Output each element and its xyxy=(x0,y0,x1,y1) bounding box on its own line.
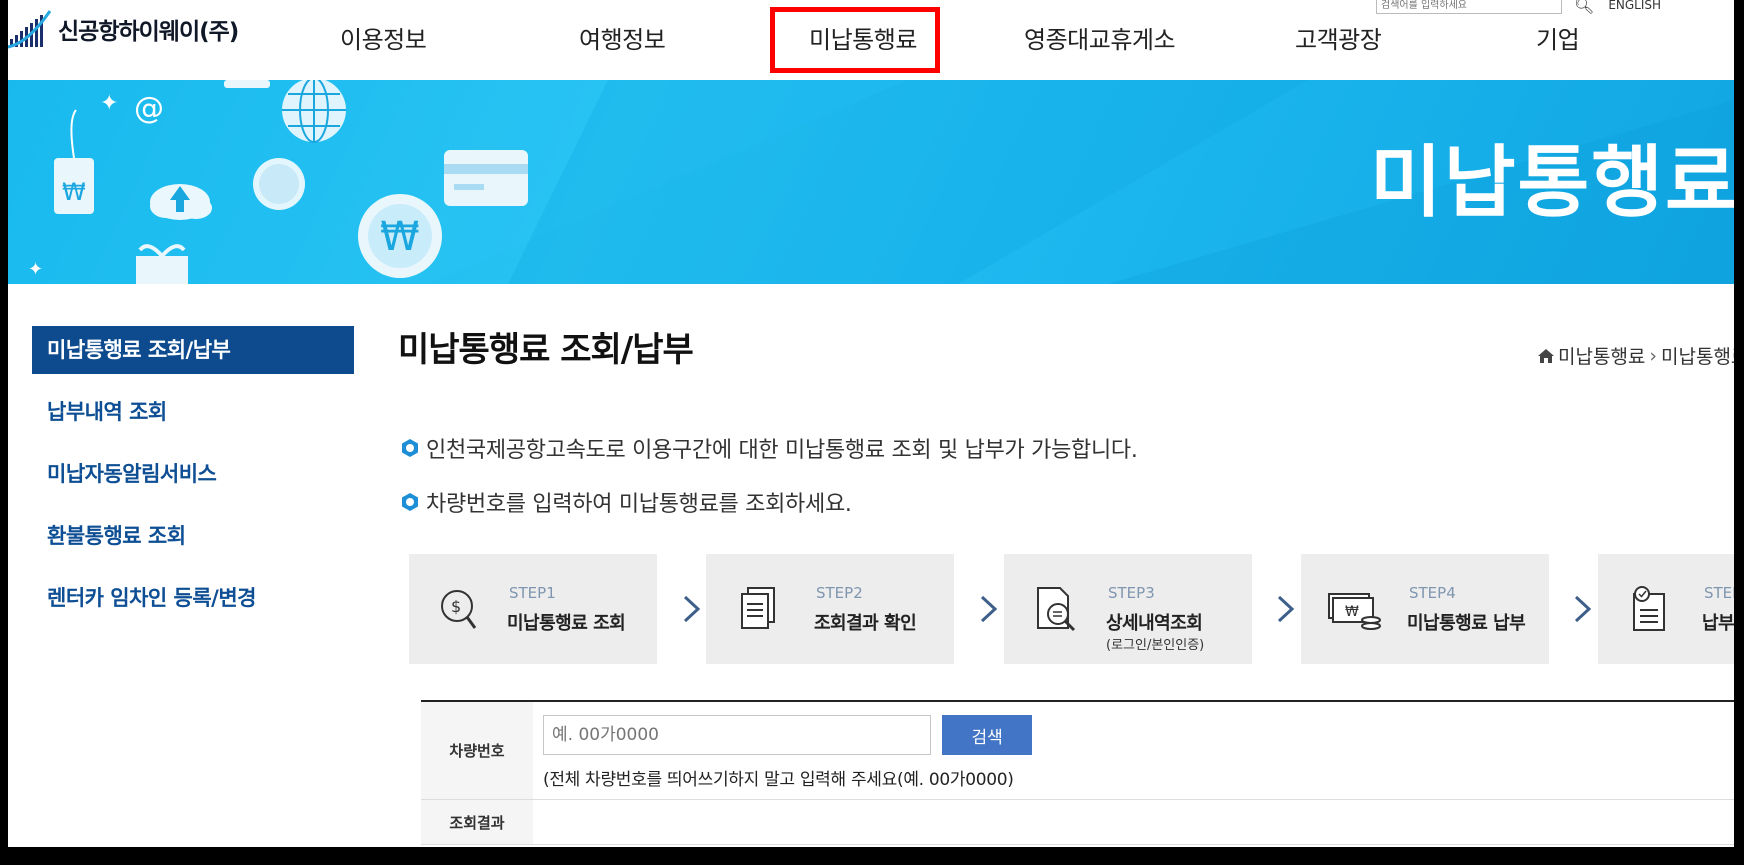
page-title: 미납통행료 조회/납부 xyxy=(398,330,694,370)
sidebar-item-payment-history[interactable]: 납부내역 조회 xyxy=(32,388,354,436)
sidebar-nav: 미납통행료 조회/납부 납부내역 조회 미납자동알림서비스 환불통행료 조회 렌… xyxy=(32,326,354,636)
plate-help-text: (전체 차량번호를 띄어쓰기하지 말고 입력해 주세요(예. 00가0000) xyxy=(543,770,1014,790)
credit-card-icon xyxy=(444,150,528,206)
plate-number-input[interactable] xyxy=(543,715,931,755)
plate-label: 차량번호 xyxy=(421,702,533,799)
banner-title: 미납통행료 xyxy=(1370,138,1734,228)
sidebar-item-auto-alert[interactable]: 미납자동알림서비스 xyxy=(32,450,354,498)
sidebar-item-unpaid-lookup[interactable]: 미납통행료 조회/납부 xyxy=(32,326,354,374)
search-button[interactable]: 검색 xyxy=(942,715,1033,755)
hexagon-bullet-icon xyxy=(402,439,418,457)
hexagon-bullet-icon xyxy=(402,493,418,511)
site-header: 신공항하이웨이(주) 🔍︎ ENGLISH 이용정보 여행정보 미납통행료 영종… xyxy=(8,0,1734,80)
sidebar-item-rental-car[interactable]: 렌터카 임차인 등록/변경 xyxy=(32,574,354,622)
hero-banner: ₩ ✦ ✦ @ ₩ 미납통행료 xyxy=(8,80,1734,284)
home-icon[interactable] xyxy=(1538,348,1554,363)
step-3: STEP3 상세내역조회 (로그인/본인인증) xyxy=(1004,554,1252,664)
plate-row: 차량번호 검색 (전체 차량번호를 띄어쓰기하지 말고 입력해 주세요(예. 0… xyxy=(421,702,1734,800)
svg-text:₩: ₩ xyxy=(1345,604,1359,620)
svg-text:✦: ✦ xyxy=(28,259,43,280)
documents-icon xyxy=(741,587,775,629)
step-2: STEP2 조회결과 확인 xyxy=(706,554,954,664)
svg-text:✦: ✦ xyxy=(100,91,118,116)
breadcrumb-item[interactable]: 미납통행료 조회/납부 xyxy=(1661,342,1734,369)
svg-text:₩: ₩ xyxy=(62,178,86,206)
chevron-right-icon xyxy=(683,595,701,623)
step-1: $ STEP1 미납통행료 조회 xyxy=(409,554,657,664)
notice-line: 인천국제공항고속도로 이용구간에 대한 미납통행료 조회 및 납부가 가능합니다… xyxy=(400,432,1138,464)
lookup-form: 차량번호 검색 (전체 차량번호를 띄어쓰기하지 말고 입력해 주세요(예. 0… xyxy=(421,700,1734,845)
money-icon: ₩ xyxy=(1328,593,1381,630)
browser-viewport: 신공항하이웨이(주) 🔍︎ ENGLISH 이용정보 여행정보 미납통행료 영종… xyxy=(8,0,1734,847)
nav-item-travel-info[interactable]: 여행정보 xyxy=(579,12,666,68)
notice-line: 차량번호를 입력하여 미납통행료를 조회하세요. xyxy=(400,486,852,518)
notice-text: 차량번호를 입력하여 미납통행료를 조회하세요. xyxy=(426,492,852,517)
nav-item-customer[interactable]: 고객광장 xyxy=(1295,12,1382,68)
svg-text:₩: ₩ xyxy=(380,214,420,260)
chevron-right-icon: › xyxy=(1649,344,1658,367)
nav-item-rest-area[interactable]: 영종대교휴게소 xyxy=(1024,12,1176,68)
breadcrumb: 미납통행료 › 미납통행료 조회/납부 xyxy=(1538,342,1734,369)
main-nav: 이용정보 여행정보 미납통행료 영종대교휴게소 고객광장 기업 xyxy=(8,0,1734,80)
breadcrumb-item[interactable]: 미납통행료 xyxy=(1558,342,1645,369)
process-steps: $ STEP1 미납통행료 조회 STEP2 조회결과 확인 STEP3 상세내… xyxy=(409,554,1734,664)
globe-icon xyxy=(282,80,346,143)
nav-item-unpaid-toll[interactable]: 미납통행료 xyxy=(770,7,940,73)
chevron-right-icon xyxy=(1574,595,1592,623)
coin-search-icon: $ xyxy=(441,590,477,629)
svg-text:$: $ xyxy=(451,597,461,616)
nav-item-usage-info[interactable]: 이용정보 xyxy=(340,12,427,68)
result-row: 조회결과 xyxy=(421,800,1734,845)
chevron-right-icon xyxy=(1277,595,1295,623)
result-label: 조회결과 xyxy=(421,800,533,844)
won-coin-icon: ₩ xyxy=(358,194,442,278)
step-4: ₩ STEP4 미납통행료 납부 xyxy=(1301,554,1549,664)
nav-item-company[interactable]: 기업 xyxy=(1536,12,1580,68)
svg-text:@: @ xyxy=(134,91,164,126)
sidebar-item-refund-lookup[interactable]: 환불통행료 조회 xyxy=(32,512,354,560)
step-5: STEP5 납부내역 xyxy=(1598,554,1734,664)
chevron-right-icon xyxy=(980,595,998,623)
receipt-check-icon xyxy=(1633,586,1665,631)
notice-text: 인천국제공항고속도로 이용구간에 대한 미납통행료 조회 및 납부가 가능합니다… xyxy=(426,438,1138,463)
result-area xyxy=(533,800,1734,844)
document-search-icon xyxy=(1037,587,1076,632)
